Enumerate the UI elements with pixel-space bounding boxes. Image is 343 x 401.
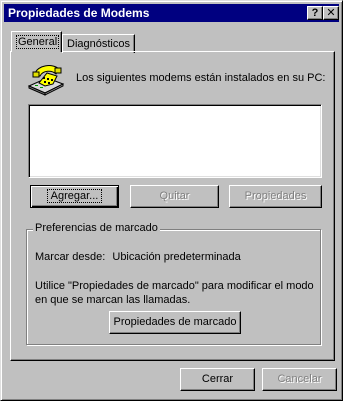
dialing-help-text: Utilice "Propiedades de marcado" para mo…: [35, 280, 314, 306]
dialing-preferences-group: Preferencias de marcado Marcar desde: Ub…: [26, 222, 321, 345]
cancel-label: Cancelar: [277, 373, 322, 385]
installed-modems-label: Los siguientes modems están instalados e…: [76, 72, 326, 84]
close-dialog-button[interactable]: Cerrar: [180, 368, 255, 391]
add-modem-button[interactable]: Agregar...: [30, 185, 119, 208]
window-title: Propiedades de Modems: [8, 6, 150, 20]
add-modem-label: Agregar...: [46, 189, 103, 203]
dialing-preferences-title: Preferencias de marcado: [33, 222, 160, 234]
close-button[interactable]: ✕: [323, 6, 339, 20]
close-dialog-label: Cerrar: [201, 373, 234, 385]
tab-general-label: General: [16, 35, 60, 49]
general-tab-panel: Los siguientes modems están instalados e…: [10, 51, 335, 361]
modem-list[interactable]: [28, 104, 322, 178]
phone-modem-icon: [27, 65, 65, 96]
cancel-button[interactable]: Cancelar: [262, 368, 337, 391]
modem-properties-button[interactable]: Propiedades: [229, 185, 322, 208]
tab-general[interactable]: General: [11, 31, 62, 52]
dialing-properties-label: Propiedades de marcado: [113, 316, 237, 328]
title-bar[interactable]: Propiedades de Modems ? ✕: [4, 4, 339, 22]
modem-properties-label: Propiedades: [244, 190, 307, 202]
help-button[interactable]: ?: [307, 6, 323, 20]
remove-modem-button[interactable]: Quitar: [130, 185, 219, 208]
dial-from-label: Marcar desde:: [35, 251, 106, 263]
dial-from-value: Ubicación predeterminada: [112, 251, 241, 263]
remove-modem-label: Quitar: [159, 190, 190, 202]
dial-from-row: Marcar desde: Ubicación predeterminada: [35, 251, 241, 263]
modem-properties-dialog: Propiedades de Modems ? ✕ General Diagnó…: [0, 0, 343, 401]
tab-diagnostics-label: Diagnósticos: [67, 38, 130, 50]
dialing-properties-button[interactable]: Propiedades de marcado: [109, 311, 241, 334]
